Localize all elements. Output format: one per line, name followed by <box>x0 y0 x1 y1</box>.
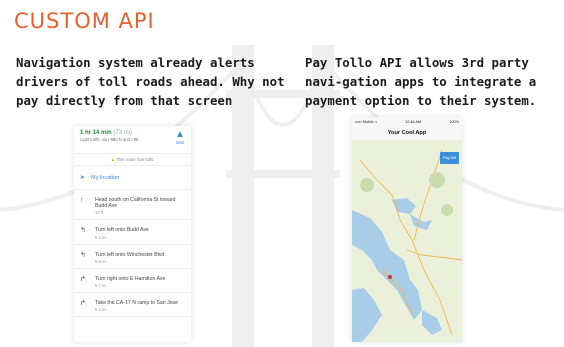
direction-step[interactable]: ↑ Head south on California St toward Budd… <box>74 190 191 221</box>
navigation-arrow-icon: ▲ <box>175 129 185 140</box>
start-label: Start <box>175 140 185 145</box>
location-pin-icon[interactable] <box>388 275 392 279</box>
step-distance: 0.8 mi <box>95 258 107 264</box>
step-instruction: Turn left onto Winchester Blvd <box>95 251 165 258</box>
step-body: Turn right onto E Hamilton Ave 0.7 mi <box>95 276 165 288</box>
status-bar: ••••• Mobile ≈ 12:46 AM 100% <box>352 117 462 126</box>
battery-level: 100% <box>449 119 459 124</box>
eta-distance: (73 mi) <box>113 130 133 136</box>
step-instruction: Turn left onto Budd Ave <box>95 227 149 234</box>
carrier-signal: ••••• Mobile ≈ <box>355 119 378 124</box>
step-instruction: Turn right onto E Hamilton Ave <box>95 275 166 282</box>
step-distance: 0.7 mi <box>95 283 107 289</box>
warning-icon: ▲ <box>110 157 116 162</box>
step-body: Turn left onto Winchester Blvd 0.8 mi <box>95 252 164 264</box>
eta-time: 1 hr 14 min <box>80 130 112 136</box>
direction-steps: ↑ Head south on California St toward Budd… <box>74 190 191 318</box>
turn-right-icon: ↱ <box>80 275 86 283</box>
ramp-right-icon: ↱ <box>80 300 86 308</box>
start-button[interactable]: ▲ Start <box>174 129 186 146</box>
step-distance: 0.2 mi <box>95 234 107 240</box>
route-summary: 1 hr 14 min (73 mi) Light traffic via I-… <box>74 126 191 154</box>
step-body: Turn left onto Budd Ave 0.2 mi <box>95 227 149 239</box>
toll-notice-text: This route has tolls. <box>116 157 155 162</box>
right-description: Pay Tollo API allows 3rd party navi-gati… <box>305 55 537 108</box>
page-title: CUSTOM API <box>14 9 155 33</box>
direction-step[interactable]: ↰ Turn left onto Winchester Blvd 0.8 mi <box>74 245 191 269</box>
step-distance: 0.2 mi <box>95 307 107 313</box>
my-location-row[interactable]: ➤ My location <box>74 166 191 190</box>
direction-step[interactable]: ↰ Turn left onto Budd Ave 0.2 mi <box>74 220 191 245</box>
my-location-label: My location <box>91 174 120 181</box>
location-arrow-icon: ➤ <box>80 175 86 181</box>
left-description: Navigation system already alerts drivers… <box>16 55 285 108</box>
pay-toll-button[interactable]: PayToll <box>440 152 459 164</box>
step-instruction: Head south on California St toward Budd … <box>95 197 176 210</box>
straight-arrow-icon: ↑ <box>80 197 84 204</box>
route-eta: 1 hr 14 min (73 mi) <box>80 130 185 136</box>
step-body: Head south on California St toward Budd … <box>95 197 185 215</box>
navigation-screenshot: 1 hr 14 min (73 mi) Light traffic via I-… <box>74 126 191 342</box>
step-distance: 10 ft <box>95 210 104 216</box>
step-instruction: Take the CA-17 N ramp to San Jose <box>95 300 179 307</box>
direction-step[interactable]: ↱ Take the CA-17 N ramp to San Jose 0.2 mi <box>74 293 191 318</box>
traffic-info: Light traffic via I-880 N and I-80 <box>80 137 139 142</box>
status-time: 12:46 AM <box>405 119 422 124</box>
turn-left-icon: ↰ <box>80 251 86 259</box>
toll-notice: ▲ This route has tolls. <box>74 154 191 166</box>
map-app-screenshot: ••••• Mobile ≈ 12:46 AM 100% Your Cool A… <box>352 117 462 342</box>
bay-area-map[interactable] <box>352 140 462 342</box>
step-body: Take the CA-17 N ramp to San Jose 0.2 mi <box>95 300 178 312</box>
app-title: Your Cool App <box>352 126 462 141</box>
direction-step[interactable]: ↱ Turn right onto E Hamilton Ave 0.7 mi <box>74 269 191 294</box>
turn-left-icon: ↰ <box>80 227 86 235</box>
